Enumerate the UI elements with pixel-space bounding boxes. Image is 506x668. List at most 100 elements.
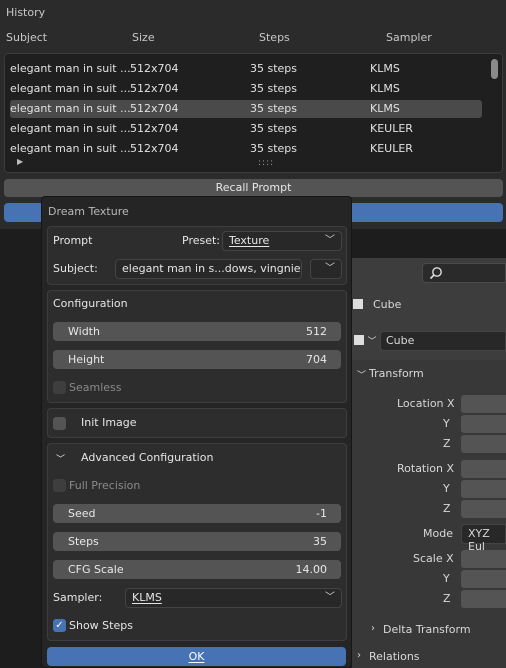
row-size: 512x704 (130, 122, 179, 135)
subject-input[interactable]: elegant man in s...dows, vingniette (115, 259, 302, 279)
column-subject[interactable]: Subject (6, 31, 47, 44)
seamless-checkbox[interactable] (53, 381, 66, 394)
chevron-down-icon: ﹀ (325, 235, 335, 246)
column-sampler[interactable]: Sampler (386, 31, 432, 44)
cfg-scale-field[interactable]: CFG Scale 14.00 (53, 560, 341, 579)
rotation-mode-label: Mode (423, 527, 453, 540)
object-name-value: Cube (386, 334, 415, 347)
seamless-label: Seamless (69, 381, 122, 394)
steps-field[interactable]: Steps 35 (53, 532, 341, 551)
steps-label: Steps (68, 535, 99, 548)
location-y-field[interactable] (461, 415, 506, 433)
row-size: 512x704 (130, 102, 179, 115)
row-sampler: KEULER (370, 142, 413, 155)
rotation-z-field[interactable] (461, 500, 506, 518)
width-field[interactable]: Width 512 (53, 322, 341, 341)
scale-x-label: Scale X (413, 552, 454, 565)
row-subject: elegant man in suit ... (10, 102, 131, 115)
ok-label: OK (188, 650, 205, 663)
history-row[interactable]: elegant man in suit ... 512x704 35 steps… (10, 60, 482, 78)
rotation-x-field[interactable] (461, 460, 506, 478)
row-steps: 35 steps (250, 62, 298, 75)
delta-transform-header[interactable]: Delta Transform (383, 623, 471, 636)
rotation-y-label: Y (443, 482, 450, 495)
row-steps: 35 steps (250, 82, 298, 95)
steps-value: 35 (313, 535, 327, 548)
seed-field[interactable]: Seed -1 (53, 504, 341, 523)
resize-grip[interactable]: :::: (258, 158, 274, 168)
scale-y-field[interactable] (461, 570, 506, 588)
row-subject: elegant man in suit ... (10, 62, 131, 75)
subject-presets-select[interactable]: ﹀ (310, 259, 342, 279)
row-sampler: KLMS (370, 82, 400, 95)
history-title: History (6, 6, 46, 19)
show-steps-checkbox[interactable]: ✓ (53, 619, 66, 632)
row-sampler: KLMS (370, 62, 400, 75)
relations-header[interactable]: Relations (369, 650, 420, 663)
chevron-down-icon: ﹀ (325, 592, 335, 603)
sampler-value: KLMS (132, 591, 162, 604)
ok-button[interactable]: OK (47, 647, 346, 666)
location-z-field[interactable] (461, 435, 506, 453)
scale-z-label: Z (443, 592, 451, 605)
sampler-label: Sampler: (53, 591, 103, 604)
history-scrollbar[interactable] (491, 59, 498, 79)
delta-transform-chevron-icon[interactable]: › (371, 623, 375, 634)
preset-select[interactable]: Texture ﹀ (222, 231, 342, 251)
preset-label: Preset: (182, 234, 221, 247)
show-steps-label: Show Steps (69, 619, 133, 632)
height-field[interactable]: Height 704 (53, 350, 341, 369)
object-type-dropdown-icon[interactable]: ﹀ (354, 334, 377, 347)
relations-chevron-icon[interactable]: › (357, 650, 361, 661)
height-value: 704 (306, 353, 327, 366)
location-x-label: Location X (397, 397, 455, 410)
history-row[interactable]: elegant man in suit ... 512x704 35 steps… (10, 120, 482, 138)
object-name-label: Cube (373, 298, 402, 311)
prompt-label: Prompt (53, 234, 93, 247)
init-image-checkbox[interactable] (53, 417, 66, 430)
location-z-label: Z (443, 437, 451, 450)
scale-z-field[interactable] (461, 590, 506, 608)
column-steps[interactable]: Steps (259, 31, 290, 44)
row-steps: 35 steps (250, 142, 298, 155)
object-icon (353, 298, 363, 311)
advanced-chevron-icon[interactable]: ﹀ (56, 452, 65, 465)
width-value: 512 (306, 325, 327, 338)
rotation-x-label: Rotation X (397, 462, 455, 475)
rotation-y-field[interactable] (461, 480, 506, 498)
row-steps: 35 steps (250, 102, 298, 115)
seed-value: -1 (316, 507, 327, 520)
init-image-label: Init Image (81, 416, 137, 429)
subject-label: Subject: (53, 262, 98, 275)
object-name-field[interactable]: Cube (380, 331, 506, 351)
row-subject: elegant man in suit ... (10, 122, 131, 135)
history-row[interactable]: elegant man in suit ... 512x704 35 steps… (10, 80, 482, 98)
history-list[interactable]: elegant man in suit ... 512x704 35 steps… (4, 53, 503, 173)
row-size: 512x704 (130, 62, 179, 75)
cfg-scale-label: CFG Scale (68, 563, 124, 576)
recall-prompt-button[interactable]: Recall Prompt (4, 179, 503, 197)
location-x-field[interactable] (461, 395, 506, 413)
search-icon (429, 267, 442, 280)
chevron-down-icon: ﹀ (325, 263, 335, 274)
properties-search-input[interactable] (422, 263, 506, 283)
subject-value: elegant man in s...dows, vingniette (122, 262, 302, 275)
expand-triangle-icon[interactable]: ▶ (17, 157, 23, 166)
checkmark-icon: ✓ (55, 620, 64, 631)
row-size: 512x704 (130, 82, 179, 95)
width-label: Width (68, 325, 100, 338)
full-precision-checkbox[interactable] (53, 479, 66, 492)
history-row-selected[interactable]: elegant man in suit ... 512x704 35 steps… (10, 100, 482, 118)
transform-header[interactable]: Transform (369, 367, 424, 380)
seed-label: Seed (68, 507, 96, 520)
scale-y-label: Y (443, 572, 450, 585)
sampler-select[interactable]: KLMS ﹀ (125, 588, 342, 608)
scale-x-field[interactable] (461, 550, 506, 568)
row-subject: elegant man in suit ... (10, 142, 131, 155)
rotation-mode-select[interactable]: XYZ Eul (461, 524, 506, 553)
transform-chevron-icon[interactable]: ﹀ (357, 368, 366, 381)
column-size[interactable]: Size (132, 31, 155, 44)
advanced-configuration-header[interactable]: Advanced Configuration (81, 451, 213, 464)
full-precision-label: Full Precision (69, 479, 141, 492)
history-row[interactable]: elegant man in suit ... 512x704 35 steps… (10, 140, 482, 158)
